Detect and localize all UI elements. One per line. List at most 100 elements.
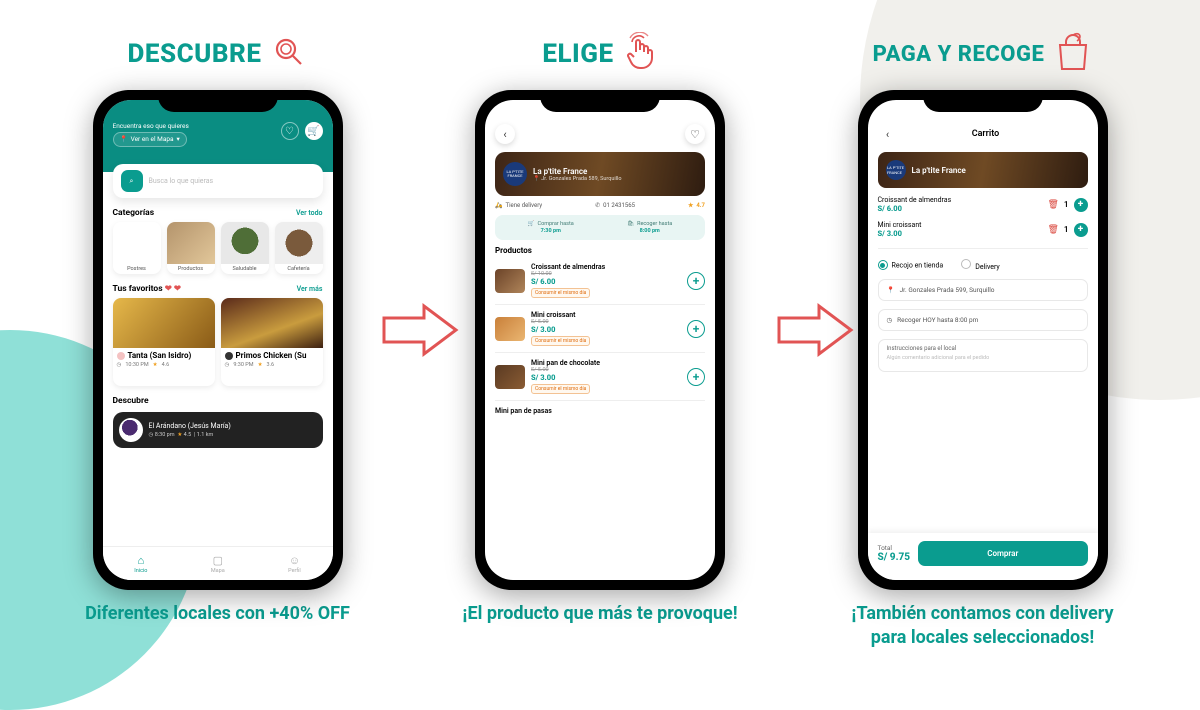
motorbike-icon: 🛵: [495, 202, 502, 209]
nav-map[interactable]: ▢Mapa: [211, 554, 225, 574]
store-hero: LA P'TITEFRANCE La p'tite France: [878, 152, 1088, 188]
pickup-time-row[interactable]: ◷ Recoger HOY hasta 8:00 pm: [878, 309, 1088, 331]
add-button[interactable]: +: [687, 320, 705, 338]
buy-button[interactable]: Comprar: [918, 541, 1087, 566]
checkout-bar: Total S/ 9.75 Comprar: [868, 533, 1098, 580]
arrow-icon: [775, 300, 855, 364]
store-rating: 4.7: [696, 202, 705, 209]
nav-label: Perfil: [288, 568, 301, 574]
search-icon: ⌕: [121, 170, 143, 192]
nav-home[interactable]: ⌂Inicio: [134, 554, 147, 574]
address-row[interactable]: 📍 Jr. Gonzales Prada 599, Surquillo: [878, 279, 1088, 301]
map-toggle-label: Ver en el Mapa: [131, 135, 174, 143]
instructions-placeholder: Algún comentario adicional para el pedid…: [887, 355, 1079, 361]
delivery-radio[interactable]: Delivery: [961, 259, 1000, 271]
profile-icon: ☺: [289, 554, 300, 567]
chevron-left-icon: ‹: [503, 128, 506, 141]
star-icon: ★: [177, 432, 182, 438]
phone-mock-pay: ‹ Carrito LA P'TITEFRANCE La p'tite Fran…: [858, 90, 1108, 590]
buy-until-time: 7:30 pm: [528, 228, 574, 234]
nav-label: Mapa: [211, 568, 225, 574]
favorite-image: [113, 298, 215, 348]
bag-icon: 🛍: [627, 221, 634, 227]
step-title-text: DESCUBRE: [128, 41, 262, 68]
store-address: Jr. Gonzales Prada 589, Surquillo: [541, 176, 621, 182]
favorite-button[interactable]: ♡: [685, 124, 705, 144]
category-card[interactable]: Saludable: [221, 222, 269, 274]
favorites-see-more-link[interactable]: Ver más: [297, 285, 323, 293]
buy-button-label: Comprar: [987, 549, 1018, 558]
pickup-radio[interactable]: Recojo en tienda: [878, 260, 944, 270]
cart-item: Mini croissant S/ 3.00 🗑 1 +: [878, 221, 1088, 238]
product-image: [495, 269, 525, 293]
instructions-input[interactable]: Instrucciones para el local Algún coment…: [878, 339, 1088, 372]
delivery-mode: Recojo en tienda Delivery: [878, 259, 1088, 271]
favorite-card[interactable]: Primos Chicken (Su ◷ 9:30 PM ★ 3.6: [221, 298, 323, 386]
add-button[interactable]: +: [687, 368, 705, 386]
arrow-icon: [380, 300, 460, 364]
cart-item-qty: 1: [1064, 200, 1069, 209]
category-card[interactable]: Productos: [167, 222, 215, 274]
search-placeholder: Busca lo que quieras: [149, 177, 214, 185]
cart-title: Carrito: [884, 129, 1088, 139]
cart-icon: 🛒: [307, 126, 319, 137]
remove-button[interactable]: 🗑: [1047, 225, 1058, 235]
step-caption: ¡También contamos con delivery para loca…: [843, 602, 1123, 651]
total-label: Total: [878, 544, 911, 552]
store-hero: LA P'TITEFRANCE La p'tite France 📍 Jr. G…: [495, 152, 705, 196]
product-image: [495, 317, 525, 341]
product-name: Mini croissant: [531, 311, 681, 319]
schedule-card: 🛒Comprar hasta 7:30 pm 🛍Recoger hasta 8:…: [495, 215, 705, 240]
product-row[interactable]: Mini croissant S/ 5.00 S/ 3.00 Consumir …: [495, 305, 705, 353]
categories-title: Categorías: [113, 208, 155, 218]
clock-icon: ◷: [887, 316, 893, 324]
remove-button[interactable]: 🗑: [1047, 200, 1058, 210]
step-title-text: PAGA Y RECOGE: [873, 43, 1045, 66]
back-button[interactable]: ‹: [495, 124, 515, 144]
pin-icon: 📍: [887, 286, 895, 294]
product-row[interactable]: Mini pan de chocolate S/ 5.00 S/ 3.00 Co…: [495, 353, 705, 401]
clock-icon: ◷: [117, 362, 122, 368]
step-title: PAGA Y RECOGE: [873, 20, 1093, 90]
cart-item-name: Mini croissant: [878, 221, 922, 229]
favorite-time: 10:30 PM: [125, 362, 148, 368]
discover-card[interactable]: El Arándano (Jesús María) ◷ 8:30 pm ★ 4.…: [113, 412, 323, 448]
star-icon: ★: [258, 362, 263, 368]
cart-item-price: S/ 6.00: [878, 204, 952, 213]
add-button[interactable]: +: [687, 272, 705, 290]
product-row[interactable]: Mini pan de pasas: [495, 401, 705, 421]
delivery-label: Tiene delivery: [505, 202, 542, 209]
cart-item-name: Croissant de almendras: [878, 196, 952, 204]
product-row[interactable]: Croissant de almendras S/ 10.00 S/ 6.00 …: [495, 257, 705, 305]
cart-icon: 🛒: [528, 221, 535, 227]
step-title: ELIGE: [542, 20, 657, 90]
increment-button[interactable]: +: [1074, 198, 1088, 212]
cart-item-qty: 1: [1064, 225, 1069, 234]
favorite-card[interactable]: Tanta (San Isidro) ◷ 10:30 PM ★ 4.6: [113, 298, 215, 386]
map-icon: ▢: [213, 554, 223, 567]
map-toggle-button[interactable]: 📍 Ver en el Mapa ▾: [113, 132, 187, 146]
nav-profile[interactable]: ☺Perfil: [288, 554, 301, 574]
cart-button[interactable]: 🛒: [305, 122, 323, 140]
phone-mock-discover: Encuentra eso que quieres 📍 Ver en el Ma…: [93, 90, 343, 590]
magnifier-icon: [271, 34, 307, 76]
categories-see-all-link[interactable]: Ver todo: [296, 209, 323, 217]
pickup-label: Recojo en tienda: [892, 262, 944, 270]
discover-name: El Arándano (Jesús María): [149, 422, 231, 430]
star-icon: ★: [153, 362, 158, 368]
consume-tag: Consumir el mismo día: [531, 384, 590, 394]
shopping-bag-icon: [1054, 31, 1092, 78]
pickup-until-label: Recoger hasta: [637, 221, 672, 227]
increment-button[interactable]: +: [1074, 223, 1088, 237]
category-card[interactable]: Postres: [113, 222, 161, 274]
favorite-name: Primos Chicken (Su: [236, 351, 307, 360]
app-header: Encuentra eso que quieres 📍 Ver en el Ma…: [103, 100, 333, 172]
category-card[interactable]: Cafetería: [275, 222, 323, 274]
notifications-button[interactable]: ♡: [281, 122, 299, 140]
store-logo: LA P'TITEFRANCE: [886, 160, 906, 180]
search-input[interactable]: ⌕ Busca lo que quieras: [113, 164, 323, 198]
bell-icon: ♡: [285, 126, 294, 137]
discover-distance: 1.1 km: [197, 432, 214, 438]
consume-tag: Consumir el mismo día: [531, 288, 590, 298]
favorite-image: [221, 298, 323, 348]
